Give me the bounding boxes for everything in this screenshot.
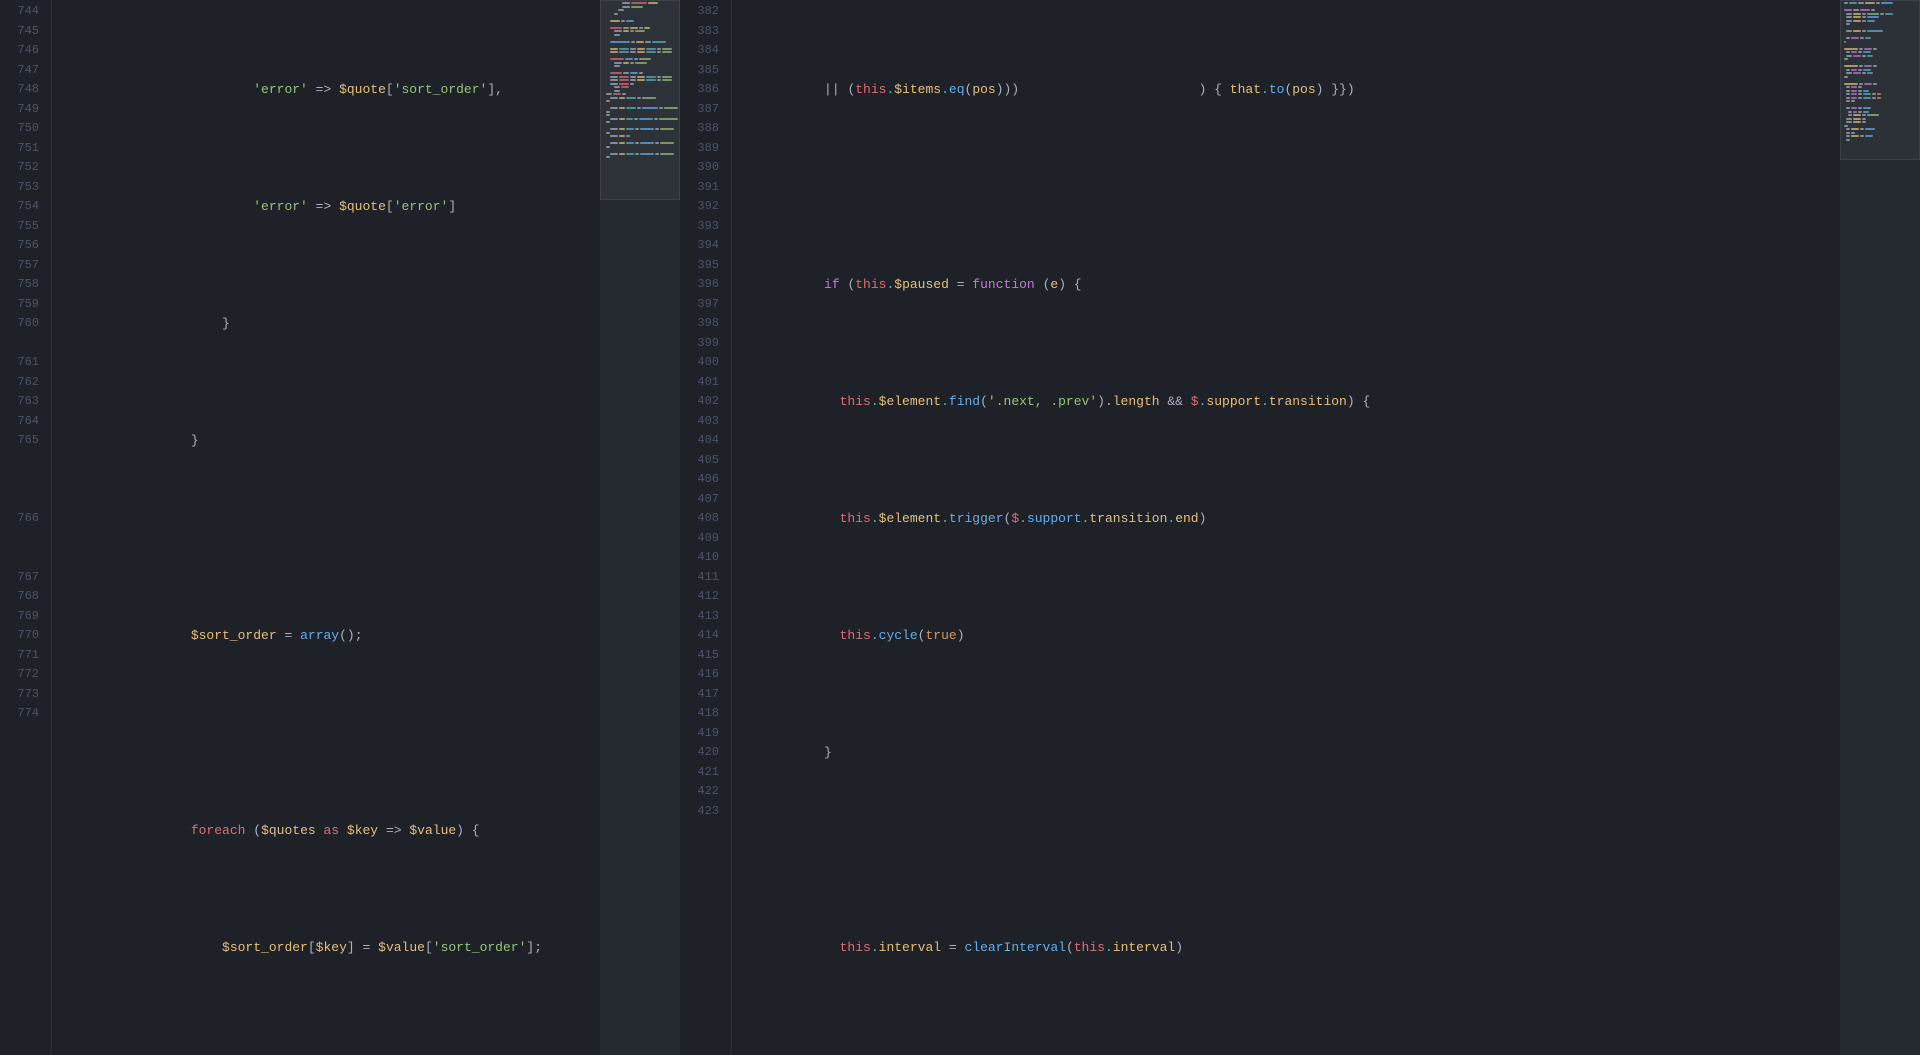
minimap-content-left <box>600 0 680 1055</box>
code-line: $sort_order[$key] = $value['sort_order']… <box>66 919 600 978</box>
code-line: foreach ($quotes as $key => $value) { <box>66 802 600 861</box>
code-line: } <box>66 412 600 471</box>
right-code-content: || (this.$items.eq(pos))) ) { that.to(po… <box>732 0 1840 1055</box>
code-line <box>66 724 600 744</box>
right-line-numbers: 382 383 384 385 386 387 388 389 390 391 … <box>680 0 732 1055</box>
left-line-numbers: 744 745 746 747 748 749 750 751 752 753 … <box>0 0 52 1055</box>
code-line: } <box>66 1036 600 1055</box>
code-line: this.$element.trigger($.support.transiti… <box>746 490 1840 549</box>
editor-container: 744 745 746 747 748 749 750 751 752 753 … <box>0 0 1920 1055</box>
left-code-content: 'error' => $quote['sort_order'], 'error'… <box>52 0 600 1055</box>
minimap-content-right <box>1840 0 1920 1055</box>
code-line: this.interval = clearInterval(this.inter… <box>746 919 1840 978</box>
code-line <box>746 841 1840 861</box>
code-line <box>66 529 600 549</box>
code-line: this.$element.find('.next, .prev').lengt… <box>746 373 1840 432</box>
left-panel: 744 745 746 747 748 749 750 751 752 753 … <box>0 0 600 1055</box>
code-line <box>746 178 1840 198</box>
code-line: 'error' => $quote['error'] <box>66 178 600 237</box>
code-line: } <box>746 724 1840 783</box>
right-minimap <box>1840 0 1920 1055</box>
code-line: || (this.$items.eq(pos))) ) { that.to(po… <box>746 61 1840 120</box>
code-line: 'error' => $quote['sort_order'], <box>66 61 600 120</box>
code-line: this.cycle(true) <box>746 607 1840 666</box>
code-line: $sort_order = array(); <box>66 607 600 666</box>
code-line: } <box>66 295 600 354</box>
code-line: if (this.$paused = function (e) { <box>746 256 1840 315</box>
right-panel: 382 383 384 385 386 387 388 389 390 391 … <box>680 0 1840 1055</box>
code-line <box>746 1036 1840 1055</box>
center-minimap <box>600 0 680 1055</box>
